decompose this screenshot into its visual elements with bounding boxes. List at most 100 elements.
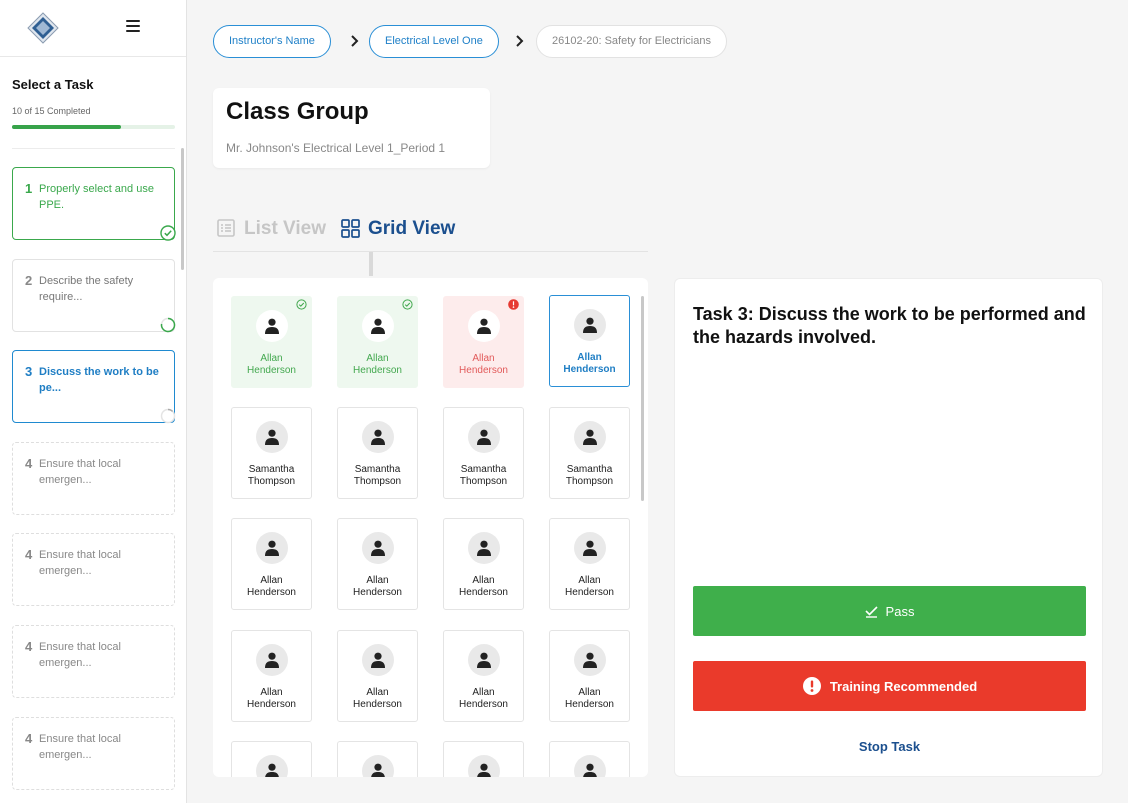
person-icon (583, 540, 597, 556)
avatar (256, 421, 288, 453)
completion-count: 10 of 15 Completed (12, 106, 91, 116)
logo-icon (27, 12, 59, 44)
avatar (256, 644, 288, 676)
avatar (256, 310, 288, 342)
pass-label: Pass (885, 603, 915, 619)
student-card[interactable]: Samantha Thompson (443, 407, 524, 499)
tab-label: List View (244, 218, 327, 239)
pass-button[interactable]: Pass (693, 586, 1086, 636)
person-icon (265, 652, 279, 668)
student-card[interactable]: Samantha Thompson (337, 407, 418, 499)
task-label: Ensure that local emergen... (39, 733, 121, 761)
avatar (362, 644, 394, 676)
student-card[interactable]: Allan Henderson (443, 296, 524, 388)
student-name: Allan Henderson (565, 687, 614, 710)
chevron-right-icon (351, 35, 359, 47)
task-number: 2 (25, 273, 33, 288)
student-name: Allan Henderson (247, 575, 296, 598)
breadcrumb-module: 26102-20: Safety for Electricians (536, 25, 727, 58)
breadcrumb-course[interactable]: Electrical Level One (369, 25, 499, 58)
sidebar-scrollbar[interactable] (181, 148, 184, 270)
completion-progress-fill (12, 125, 121, 129)
student-name: Samantha Thompson (565, 464, 614, 487)
tab-connector (369, 252, 373, 276)
person-icon (371, 318, 385, 334)
avatar (468, 644, 500, 676)
person-icon (265, 540, 279, 556)
student-card[interactable] (231, 741, 312, 777)
grid-icon (341, 219, 360, 238)
person-icon (583, 429, 597, 445)
check-circle-icon (160, 225, 176, 241)
task-item-2[interactable]: 2 Describe the safety require... (12, 259, 176, 333)
student-card[interactable]: Allan Henderson (337, 296, 418, 388)
check-icon (864, 605, 878, 618)
student-name: Allan Henderson (353, 575, 402, 598)
student-card[interactable]: Samantha Thompson (231, 407, 312, 499)
check-circle-icon (402, 299, 413, 310)
task-item-6[interactable]: 4 Ensure that local emergen... (12, 625, 175, 698)
avatar (574, 532, 606, 564)
task-number: 1 (25, 181, 33, 196)
tab-label: Grid View (368, 218, 456, 239)
student-name: Allan Henderson (353, 687, 402, 710)
student-card[interactable]: Allan Henderson (549, 518, 630, 610)
alert-icon (802, 677, 821, 695)
student-card[interactable]: Samantha Thompson (549, 407, 630, 499)
student-name: Allan Henderson (565, 575, 614, 598)
grid-scrollbar[interactable] (641, 296, 644, 501)
person-icon (477, 318, 491, 334)
avatar (362, 755, 394, 777)
avatar (574, 421, 606, 453)
student-name: Allan Henderson (563, 352, 616, 375)
task-detail-title: Task 3: Discuss the work to be performed… (693, 304, 1086, 347)
task-detail-panel: Task 3: Discuss the work to be performed… (674, 278, 1103, 777)
student-card[interactable] (443, 741, 524, 777)
student-card[interactable] (549, 741, 630, 777)
student-card[interactable]: Allan Henderson (443, 518, 524, 610)
avatar (362, 532, 394, 564)
student-name: Samantha Thompson (459, 464, 508, 487)
avatar (468, 421, 500, 453)
student-card[interactable]: Allan Henderson (549, 630, 630, 722)
page-title: Class Group (226, 98, 369, 125)
student-card[interactable]: Allan Henderson (337, 630, 418, 722)
completion-progress-bar (12, 125, 175, 129)
stop-task-button[interactable]: Stop Task (693, 739, 1086, 754)
breadcrumb-instructor[interactable]: Instructor's Name (213, 25, 331, 58)
person-icon (583, 763, 597, 777)
person-icon (371, 652, 385, 668)
student-card[interactable]: Allan Henderson (549, 295, 630, 387)
avatar (574, 755, 606, 777)
training-label: Training Recommended (829, 678, 978, 694)
student-card[interactable] (337, 741, 418, 777)
person-icon (583, 317, 597, 333)
task-item-7[interactable]: 4 Ensure that local emergen... (12, 717, 175, 790)
avatar (256, 755, 288, 777)
task-item-4[interactable]: 4 Ensure that local emergen... (12, 442, 175, 515)
avatar (574, 644, 606, 676)
divider (12, 148, 175, 149)
progress-ring-icon (160, 408, 176, 424)
training-recommended-button[interactable]: Training Recommended (693, 661, 1086, 711)
student-card[interactable]: Allan Henderson (231, 296, 312, 388)
task-item-5[interactable]: 4 Ensure that local emergen... (12, 533, 175, 606)
list-icon (217, 219, 235, 237)
student-name: Samantha Thompson (353, 464, 402, 487)
student-name: Allan Henderson (459, 353, 508, 376)
task-item-3[interactable]: 3 Discuss the work to be pe... (12, 350, 176, 424)
task-item-1[interactable]: 1 Properly select and use PPE. (12, 167, 176, 241)
student-card[interactable]: Allan Henderson (337, 518, 418, 610)
person-icon (265, 429, 279, 445)
student-grid: Allan Henderson Allan Henderson Allan Henders… (213, 278, 648, 777)
menu-icon[interactable] (126, 20, 140, 32)
student-card[interactable]: Allan Henderson (231, 630, 312, 722)
task-number: 4 (25, 547, 33, 562)
check-circle-icon (296, 299, 307, 310)
student-card[interactable]: Allan Henderson (231, 518, 312, 610)
student-card[interactable]: Allan Henderson (443, 630, 524, 722)
class-subtitle: Mr. Johnson's Electrical Level 1_Period … (226, 141, 446, 155)
student-name: Allan Henderson (247, 687, 296, 710)
sidebar-title: Select a Task (12, 77, 94, 92)
person-icon (477, 763, 491, 777)
